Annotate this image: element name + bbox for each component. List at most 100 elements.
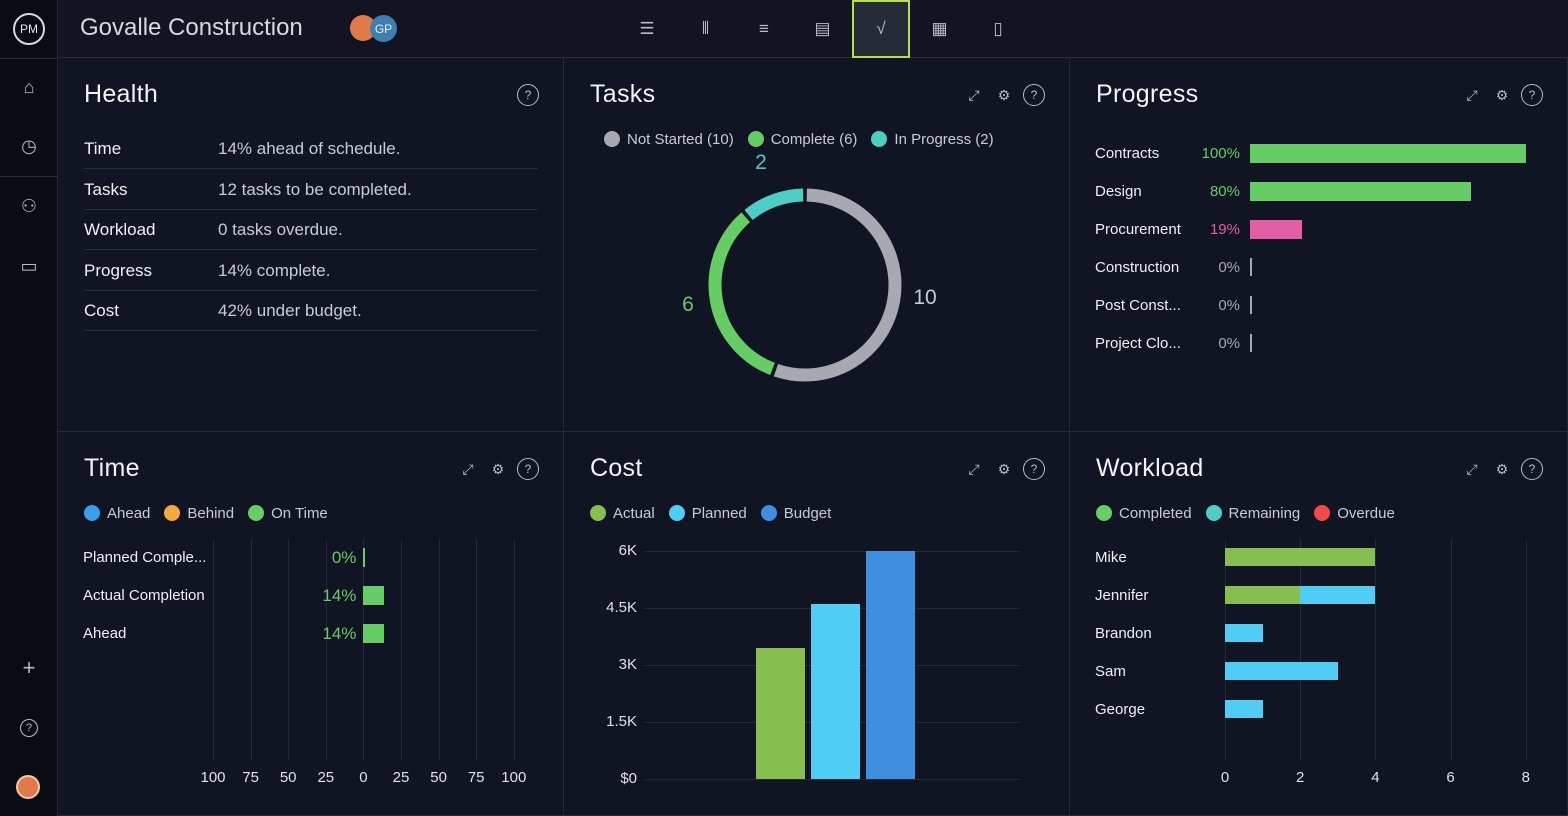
list-icon[interactable]: ☰ (618, 0, 676, 58)
x-tick-label: 25 (317, 769, 335, 786)
workload-person: Mike (1095, 549, 1127, 566)
gridline (645, 551, 1020, 552)
workload-bar-completed[interactable] (1225, 586, 1301, 604)
project-title: Govalle Construction (80, 14, 303, 41)
legend-item[interactable]: Completed (1096, 505, 1192, 522)
pm-logo[interactable]: PM (13, 13, 45, 45)
x-tick-label: 75 (467, 769, 485, 786)
x-tick-label: 100 (200, 769, 226, 786)
donut-slice-complete[interactable] (708, 212, 775, 375)
progress-bar[interactable] (1250, 220, 1303, 239)
help-icon[interactable]: ? (1521, 458, 1543, 480)
time-value: 14% (322, 586, 357, 605)
gear-icon[interactable]: ⚙ (1491, 84, 1513, 106)
donut-label: 10 (913, 286, 936, 309)
workload-bar-remaining[interactable] (1225, 662, 1338, 680)
gridline (325, 540, 327, 760)
health-row-cost: Cost 42% under budget. (84, 291, 538, 331)
health-value: 14% complete. (218, 260, 331, 280)
legend-item[interactable]: Overdue (1314, 505, 1395, 522)
progress-bar[interactable] (1250, 182, 1471, 201)
health-value: 12 tasks to be completed. (218, 179, 412, 199)
legend-swatch (760, 505, 777, 521)
help-icon[interactable]: ? (1023, 458, 1045, 480)
clock-icon[interactable]: ◷ (0, 126, 58, 166)
plus-icon[interactable]: + (0, 648, 58, 688)
home-icon[interactable]: ⌂ (0, 67, 58, 107)
progress-category: Design (1095, 183, 1142, 200)
sheet-icon[interactable]: ▤ (794, 0, 852, 58)
time-value: 0% (331, 548, 357, 567)
calendar-icon[interactable]: ▦ (911, 0, 969, 58)
health-row-tasks: Tasks 12 tasks to be completed. (84, 170, 538, 210)
legend-item[interactable]: Ahead (84, 505, 150, 522)
gear-icon[interactable]: ⚙ (487, 458, 509, 480)
progress-value: 0% (1218, 259, 1240, 276)
topbar: Govalle Construction GP ☰ ⦀ ≡ ▤ √ ▦ ▯ (58, 0, 1568, 58)
gridline (513, 540, 515, 760)
help-icon[interactable]: ? (1521, 84, 1543, 106)
tasks-donut-chart: 10 6 2 (682, 151, 937, 382)
workload-person: Brandon (1095, 625, 1152, 642)
people-icon[interactable]: ⚇ (0, 186, 58, 226)
avatar-gp[interactable]: GP (370, 15, 397, 42)
expand-icon[interactable]: ⤢ (1461, 458, 1483, 480)
progress-category: Procurement (1095, 221, 1181, 238)
legend-item[interactable]: Budget (760, 505, 831, 522)
legend-item[interactable]: Behind (164, 505, 234, 522)
progress-value: 19% (1209, 221, 1240, 238)
donut-slice-in-progress[interactable] (744, 188, 804, 221)
dashboard-icon[interactable]: √ (852, 0, 910, 58)
workload-bar-remaining[interactable] (1225, 700, 1263, 718)
donut-label: 6 (682, 293, 694, 316)
gantt-icon[interactable]: ≡ (735, 0, 793, 58)
progress-bar[interactable] (1250, 334, 1252, 352)
time-bar[interactable] (363, 586, 385, 605)
x-tick-label: 4 (1371, 769, 1380, 786)
progress-value: 100% (1201, 145, 1240, 162)
workload-bar-remaining[interactable] (1300, 586, 1376, 604)
cost-bar-actual[interactable] (756, 647, 805, 779)
time-bar[interactable] (363, 548, 366, 567)
board-icon[interactable]: ⦀ (677, 0, 735, 58)
user-avatar[interactable] (16, 775, 40, 799)
briefcase-icon[interactable]: ▭ (0, 246, 58, 286)
gridline (1525, 540, 1527, 760)
time-category: Ahead (83, 625, 127, 642)
expand-icon[interactable]: ⤢ (1461, 84, 1483, 106)
help-icon[interactable]: ? (0, 708, 58, 748)
expand-icon[interactable]: ⤢ (963, 458, 985, 480)
legend-label: Overdue (1337, 505, 1395, 522)
x-tick-label: 6 (1446, 769, 1455, 786)
cost-bar-planned[interactable] (811, 604, 860, 779)
expand-icon[interactable]: ⤢ (457, 458, 479, 480)
progress-category: Project Clo... (1095, 335, 1181, 352)
y-tick-label: 4.5K (606, 599, 637, 616)
gridline (363, 540, 365, 760)
donut-slice-not-started[interactable] (773, 188, 902, 382)
gear-icon[interactable]: ⚙ (1491, 458, 1513, 480)
gridline (401, 540, 402, 760)
progress-value: 80% (1209, 183, 1240, 200)
legend-label: Planned (691, 505, 747, 522)
workload-bar-completed[interactable] (1225, 548, 1376, 566)
workload-bar-remaining[interactable] (1225, 624, 1263, 642)
legend-item[interactable]: Actual (590, 505, 655, 522)
progress-bar[interactable] (1250, 258, 1252, 276)
health-label: Tasks (84, 179, 128, 199)
help-icon[interactable]: ? (517, 84, 539, 106)
legend-item[interactable]: On Time (248, 505, 328, 522)
help-icon[interactable]: ? (517, 458, 539, 480)
x-tick-label: 0 (1220, 769, 1230, 786)
legend-item[interactable]: Planned (668, 505, 747, 522)
gear-icon[interactable]: ⚙ (993, 458, 1015, 480)
legend-item[interactable]: Remaining (1205, 505, 1300, 522)
progress-category: Construction (1095, 259, 1180, 276)
time-bar[interactable] (363, 624, 385, 643)
progress-bar[interactable] (1250, 144, 1526, 163)
progress-bar[interactable] (1250, 296, 1252, 314)
file-icon[interactable]: ▯ (969, 0, 1027, 58)
health-row-progress: Progress 14% complete. (84, 251, 538, 291)
time-value: 14% (322, 624, 357, 643)
cost-bar-budget[interactable] (866, 551, 915, 779)
